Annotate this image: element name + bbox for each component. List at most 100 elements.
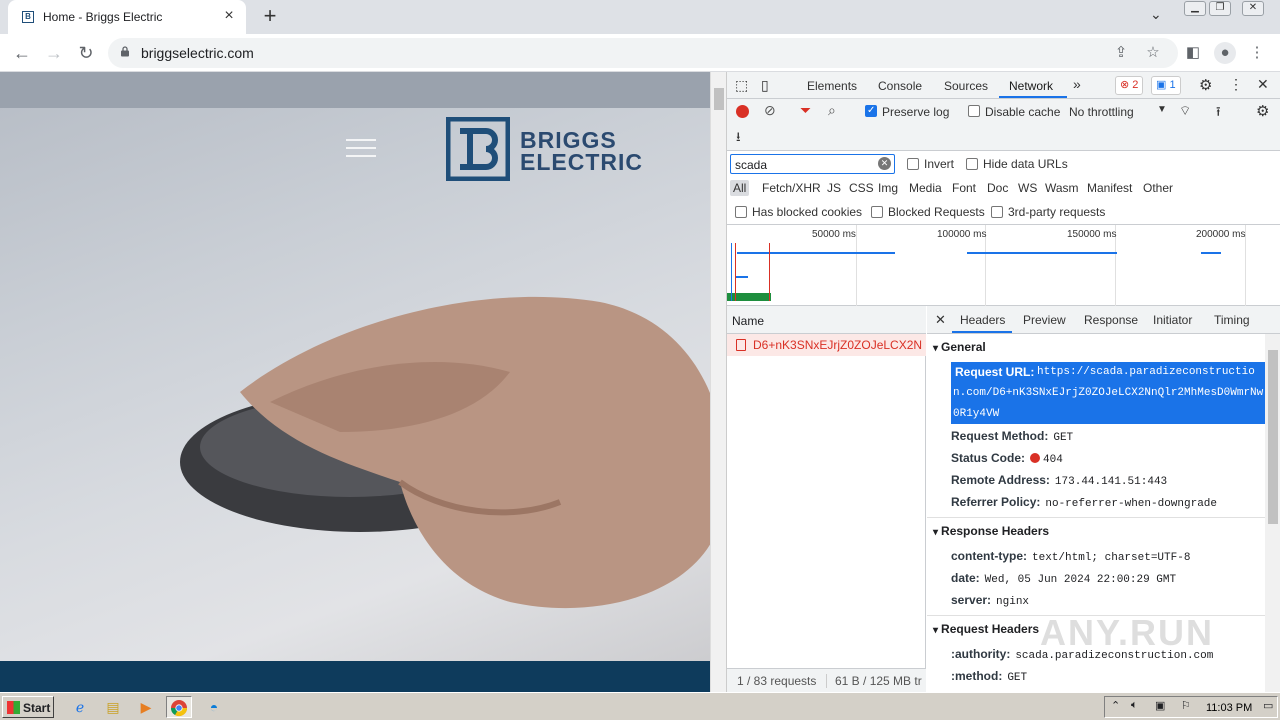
- request-row[interactable]: D6+nK3SNxEJrjZ0ZOJeLCX2N...: [727, 334, 926, 356]
- blocked-requests-checkbox[interactable]: [871, 206, 883, 218]
- address-bar[interactable]: briggselectric.com ⇪ ☆: [108, 38, 1178, 68]
- close-detail-icon[interactable]: ✕: [935, 312, 946, 328]
- network-icon[interactable]: ▣: [1155, 699, 1165, 712]
- network-settings-icon[interactable]: ⚙: [1256, 102, 1269, 120]
- hide-data-urls-checkbox[interactable]: [966, 158, 978, 170]
- type-filter-fetch-xhr[interactable]: Fetch/XHR: [762, 181, 821, 195]
- devtools-menu-icon[interactable]: ⋮: [1229, 76, 1243, 93]
- search-icon[interactable]: ⌕: [828, 102, 836, 119]
- detail-scroll-thumb[interactable]: [1268, 350, 1278, 524]
- menu-hamburger-icon[interactable]: [346, 139, 376, 159]
- tab-initiator[interactable]: Initiator: [1153, 313, 1192, 327]
- message-count-badge[interactable]: ▣ 1: [1151, 76, 1181, 95]
- name-column-header[interactable]: Name: [727, 306, 926, 334]
- page-scrollbar[interactable]: [710, 72, 726, 692]
- throttling-dropdown-icon[interactable]: ▼: [1157, 104, 1167, 115]
- tab-network[interactable]: Network: [1009, 79, 1053, 93]
- device-toolbar-icon[interactable]: ▯: [761, 77, 769, 94]
- throttling-select[interactable]: No throttling: [1069, 105, 1134, 119]
- forward-icon[interactable]: →: [42, 41, 66, 65]
- restore-icon[interactable]: ❐: [1209, 1, 1231, 16]
- back-icon[interactable]: ←: [10, 41, 34, 65]
- type-filter-css[interactable]: CSS: [849, 181, 874, 195]
- type-filter-media[interactable]: Media: [909, 181, 942, 195]
- internet-explorer-icon[interactable]: ℯ: [67, 696, 93, 718]
- inspect-element-icon[interactable]: ⬚: [735, 77, 748, 94]
- server-value: nginx: [996, 596, 1030, 608]
- general-section-header[interactable]: General: [933, 340, 986, 354]
- disable-cache-label: Disable cache: [985, 105, 1061, 119]
- start-button[interactable]: Start: [2, 696, 54, 718]
- request-url-row[interactable]: https://scada.paradizeconstruction.com/D…: [951, 362, 1265, 424]
- has-blocked-cookies-checkbox[interactable]: [735, 206, 747, 218]
- request-headers-section-header[interactable]: Request Headers: [933, 622, 1039, 636]
- close-tab-icon[interactable]: ×: [220, 7, 238, 25]
- type-filter-all[interactable]: All: [730, 180, 750, 196]
- file-explorer-icon[interactable]: ▤: [100, 696, 126, 718]
- error-count-badge[interactable]: ⊗ 2: [1115, 76, 1144, 95]
- close-window-icon[interactable]: ✕: [1242, 1, 1264, 16]
- type-filter-ws[interactable]: WS: [1018, 181, 1037, 195]
- import-har-icon[interactable]: ⭱: [1216, 103, 1221, 125]
- taskbar-clock[interactable]: 11:03 PM: [1206, 702, 1252, 714]
- new-tab-button[interactable]: +: [258, 5, 282, 29]
- chrome-taskbar-icon[interactable]: [166, 696, 192, 718]
- browser-menu-icon[interactable]: ⋮: [1246, 42, 1268, 64]
- briggs-electric-logo[interactable]: BRIGGS ELECTRIC: [446, 117, 661, 181]
- record-icon[interactable]: [736, 105, 749, 118]
- network-conditions-icon[interactable]: ⌔: [1179, 103, 1191, 119]
- network-overview-timeline[interactable]: 50000 ms 100000 ms 150000 ms 200000 ms: [727, 225, 1280, 306]
- minimize-icon[interactable]: ▁: [1184, 1, 1206, 16]
- type-filter-img[interactable]: Img: [878, 181, 898, 195]
- disable-cache-checkbox[interactable]: [968, 105, 980, 117]
- tab-elements[interactable]: Elements: [807, 79, 857, 93]
- clear-icon[interactable]: ⊘: [764, 102, 776, 119]
- tab-response[interactable]: Response: [1084, 313, 1138, 327]
- timeline-load-line: [735, 243, 736, 301]
- type-filter-other[interactable]: Other: [1143, 181, 1173, 195]
- tab-sources[interactable]: Sources: [944, 79, 988, 93]
- timeline-label: 50000 ms: [812, 229, 856, 240]
- footer-band: [0, 661, 710, 692]
- show-hidden-icons-icon[interactable]: ⌃: [1111, 699, 1120, 712]
- tab-preview[interactable]: Preview: [1023, 313, 1066, 327]
- response-headers-section-header[interactable]: Response Headers: [933, 524, 1049, 538]
- request-name: D6+nK3SNxEJrjZ0ZOJeLCX2N...: [753, 338, 923, 352]
- type-filter-manifest[interactable]: Manifest: [1087, 181, 1132, 195]
- edge-icon[interactable]: ◓: [201, 696, 227, 718]
- close-devtools-icon[interactable]: ✕: [1257, 76, 1269, 93]
- more-tabs-icon[interactable]: »: [1073, 76, 1081, 92]
- power-icon[interactable]: ⚐: [1181, 699, 1191, 712]
- header-band: [0, 72, 710, 108]
- filter-icon[interactable]: ⏷: [800, 102, 811, 119]
- detail-scrollbar[interactable]: [1265, 334, 1280, 692]
- filter-input[interactable]: scada ✕: [730, 154, 895, 174]
- type-filter-font[interactable]: Font: [952, 181, 976, 195]
- tab-search-chevron-icon[interactable]: ⌄: [1150, 6, 1162, 23]
- type-filter-wasm[interactable]: Wasm: [1045, 181, 1079, 195]
- tab-console[interactable]: Console: [878, 79, 922, 93]
- bookmark-star-icon[interactable]: ☆: [1142, 42, 1164, 64]
- volume-icon[interactable]: 🔈︎: [1131, 699, 1138, 712]
- referrer-policy-key: Referrer Policy:: [951, 495, 1041, 509]
- side-panel-icon[interactable]: ◧: [1182, 42, 1204, 64]
- third-party-checkbox[interactable]: [991, 206, 1003, 218]
- tab-timing[interactable]: Timing: [1214, 313, 1250, 327]
- page-scroll-thumb[interactable]: [714, 88, 724, 110]
- reload-icon[interactable]: ↻: [74, 41, 98, 65]
- show-desktop-icon[interactable]: ▭: [1263, 699, 1273, 712]
- invert-checkbox[interactable]: [907, 158, 919, 170]
- profile-avatar-icon[interactable]: ●: [1214, 42, 1236, 64]
- type-filter-js[interactable]: JS: [827, 181, 841, 195]
- tab-headers[interactable]: Headers: [960, 313, 1005, 327]
- settings-gear-icon[interactable]: ⚙: [1199, 76, 1212, 94]
- export-har-icon[interactable]: ⭳: [736, 128, 741, 150]
- share-icon[interactable]: ⇪: [1110, 42, 1132, 64]
- media-player-icon[interactable]: ▶: [133, 696, 159, 718]
- preserve-log-checkbox[interactable]: [865, 105, 877, 117]
- clear-filter-icon[interactable]: ✕: [878, 157, 891, 170]
- browser-tab[interactable]: B Home - Briggs Electric ×: [8, 0, 246, 34]
- hero-image-hand-on-mouse: [180, 296, 710, 608]
- type-filter-doc[interactable]: Doc: [987, 181, 1008, 195]
- third-party-label: 3rd-party requests: [1008, 205, 1106, 219]
